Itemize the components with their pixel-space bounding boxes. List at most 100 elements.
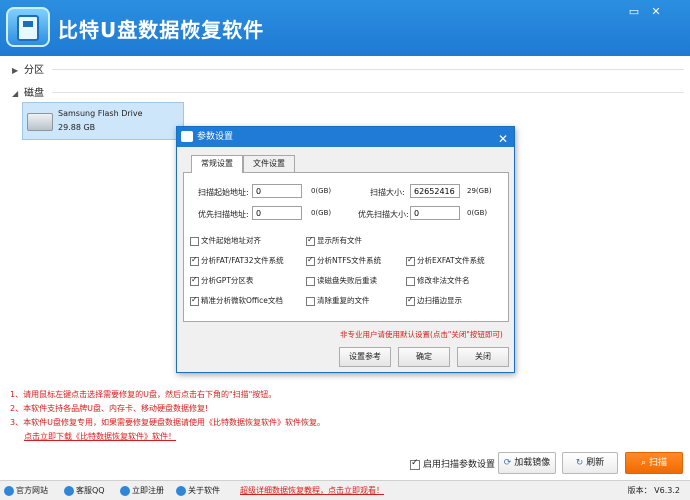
dialog-title-bar: 参数设置 ✕ <box>177 127 514 147</box>
option-checkbox[interactable]: 分析FAT/FAT32文件系统 <box>190 255 284 266</box>
website-link[interactable]: 官方网站 <box>4 485 48 496</box>
use-scan-params-checkbox[interactable]: 启用扫描参数设置 <box>410 457 495 470</box>
register-link[interactable]: 立即注册 <box>120 485 164 496</box>
tree-group-label: 磁盘 <box>24 88 44 99</box>
prio-scan-unit: 0(GB) <box>311 209 332 217</box>
option-checkbox[interactable]: 修改非法文件名 <box>406 275 470 286</box>
tree-group-label: 分区 <box>24 65 44 76</box>
option-checkbox[interactable]: 显示所有文件 <box>306 235 362 246</box>
prio-size-unit: 0(GB) <box>467 209 488 217</box>
ok-button[interactable]: 确定 <box>398 347 450 367</box>
tree-group-partition[interactable]: ▶ 分区 <box>12 61 44 77</box>
option-label: 分析FAT/FAT32文件系统 <box>201 256 284 265</box>
tree-group-disk[interactable]: ◢ 磁盘 <box>12 84 44 100</box>
option-checkbox[interactable]: 分析EXFAT文件系统 <box>406 255 485 266</box>
download-link[interactable]: 点击立即下载《比特数据恢复软件》软件！ <box>10 430 325 444</box>
link-label: 官方网站 <box>16 486 48 495</box>
settings-reference-button[interactable]: 设置参考 <box>339 347 391 367</box>
title-bar: 比特U盘数据恢复软件 ▭ ✕ <box>0 0 690 56</box>
load-image-button[interactable]: ⟳ 加载镜像 <box>498 452 556 474</box>
instruction-line: 2、本软件支持各品牌U盘、内存卡、移动硬盘数据修复! <box>10 404 209 413</box>
info-icon <box>176 485 186 496</box>
option-checkbox[interactable]: 分析NTFS文件系统 <box>306 255 381 266</box>
load-image-icon: ⟳ <box>503 458 512 468</box>
link-label: 客服QQ <box>76 486 105 495</box>
option-checkbox[interactable]: 分析GPT分区表 <box>190 275 253 286</box>
checkbox-icon[interactable] <box>190 275 199 286</box>
option-checkbox[interactable]: 清除重复的文件 <box>306 295 370 306</box>
settings-dialog: 参数设置 ✕ 常规设置 文件设置 扫描起始地址: 0(GB) 扫描大小: 29(… <box>176 126 515 373</box>
checkbox-icon[interactable] <box>406 276 415 286</box>
scan-start-label: 扫描起始地址: <box>198 188 249 197</box>
option-label: 精准分析微软Office文档 <box>201 296 283 305</box>
checkbox-icon[interactable] <box>406 295 415 306</box>
button-label: 刷新 <box>586 458 605 468</box>
hard-drive-icon <box>27 113 53 131</box>
refresh-icon: ↻ <box>575 458 584 468</box>
app-logo <box>6 7 50 47</box>
option-label: 分析GPT分区表 <box>201 276 254 285</box>
option-label: 文件起始地址对齐 <box>201 236 261 245</box>
option-checkbox[interactable]: 读磁盘失败后重读 <box>306 275 377 286</box>
option-label: 清除重复的文件 <box>317 296 370 305</box>
scan-button[interactable]: ⌕ 扫描 <box>625 452 683 474</box>
search-icon: ⌕ <box>640 458 647 468</box>
close-button[interactable]: ✕ <box>648 6 664 18</box>
option-label: 分析NTFS文件系统 <box>317 256 382 265</box>
chevron-down-icon[interactable]: ◢ <box>12 89 24 98</box>
qq-link[interactable]: 客服QQ <box>64 485 105 496</box>
drive-name: Samsung Flash Drive <box>58 109 143 118</box>
chevron-right-icon[interactable]: ▶ <box>12 66 24 75</box>
link-label: 立即注册 <box>132 486 164 495</box>
instructions: 1、请用鼠标左键点击选择需要修复的U盘，然后点击右下角的"扫描"按钮。 2、本软… <box>10 388 325 444</box>
prio-scan-input[interactable] <box>252 206 302 220</box>
checkbox-icon[interactable] <box>306 235 315 246</box>
tab-general[interactable]: 常规设置 <box>191 155 243 173</box>
qq-icon <box>64 485 74 496</box>
status-bar: 官方网站 客服QQ 立即注册 关于软件 超级详细数据恢复教程，点击立即观看！ 版… <box>0 480 690 500</box>
checkbox-checked-icon[interactable] <box>410 458 420 470</box>
instruction-line: 3、本软件U盘修复专用，如果需要修复硬盘数据请使用《比特数据恢复软件》软件恢复。 <box>10 418 325 427</box>
close-dialog-button[interactable]: 关闭 <box>457 347 509 367</box>
scan-size-input[interactable] <box>410 184 460 198</box>
option-checkbox[interactable]: 边扫描边显示 <box>406 295 462 306</box>
checkbox-icon[interactable] <box>306 255 315 266</box>
prio-size-input[interactable] <box>410 206 460 220</box>
divider <box>52 69 684 70</box>
link-label: 关于软件 <box>188 486 220 495</box>
scan-size-label: 扫描大小: <box>370 188 405 197</box>
option-label: 修改非法文件名 <box>417 276 470 285</box>
version-label: 版本： V6.3.2 <box>627 486 680 495</box>
scan-start-unit: 0(GB) <box>311 187 332 195</box>
checkbox-icon[interactable] <box>306 276 315 286</box>
prio-size-label: 优先扫描大小: <box>358 210 409 219</box>
usb-disk-icon <box>17 15 39 41</box>
tab-file[interactable]: 文件设置 <box>243 155 295 172</box>
refresh-button[interactable]: ↻ 刷新 <box>562 452 618 474</box>
settings-panel: 扫描起始地址: 0(GB) 扫描大小: 29(GB) 优先扫描地址: 0(GB)… <box>183 172 509 322</box>
button-label: 加载镜像 <box>514 458 551 468</box>
checkbox-icon[interactable] <box>406 255 415 266</box>
close-icon[interactable]: ✕ <box>498 129 508 149</box>
checkbox-icon[interactable] <box>190 255 199 266</box>
checkbox-icon[interactable] <box>190 236 199 246</box>
register-icon <box>120 485 130 496</box>
instruction-line: 1、请用鼠标左键点击选择需要修复的U盘，然后点击右下角的"扫描"按钮。 <box>10 390 277 399</box>
checkbox-icon[interactable] <box>190 295 199 306</box>
about-link[interactable]: 关于软件 <box>176 485 220 496</box>
option-checkbox[interactable]: 文件起始地址对齐 <box>190 235 261 246</box>
option-label: 边扫描边显示 <box>417 296 462 305</box>
settings-icon <box>181 131 193 142</box>
app-title: 比特U盘数据恢复软件 <box>58 18 265 42</box>
scan-start-input[interactable] <box>252 184 302 198</box>
minimize-button[interactable]: ▭ <box>626 6 642 18</box>
option-checkbox[interactable]: 精准分析微软Office文档 <box>190 295 283 306</box>
divider <box>52 92 684 93</box>
checkbox-icon[interactable] <box>306 296 315 306</box>
home-icon <box>4 485 14 496</box>
drive-item-samsung[interactable]: Samsung Flash Drive 29.88 GB <box>22 102 184 140</box>
button-label: 扫描 <box>649 458 668 468</box>
option-label: 读磁盘失败后重读 <box>317 276 377 285</box>
prio-scan-label: 优先扫描地址: <box>198 210 249 219</box>
tutorial-link[interactable]: 超级详细数据恢复教程，点击立即观看！ <box>240 485 384 496</box>
